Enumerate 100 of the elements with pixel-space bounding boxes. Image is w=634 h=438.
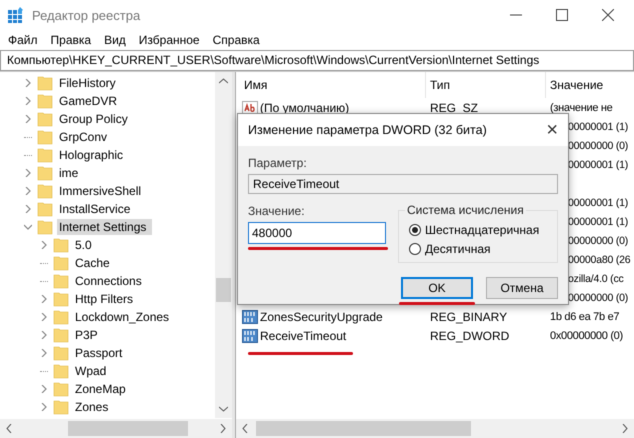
- folder-icon: [53, 273, 69, 289]
- value-type: REG_BINARY: [430, 310, 508, 324]
- scroll-right-icon[interactable]: [220, 424, 226, 433]
- dialog-button[interactable]: Отмена: [486, 277, 558, 299]
- registry-editor-icon: [8, 7, 24, 23]
- chevron-down-icon[interactable]: [24, 223, 32, 231]
- tree-item[interactable]: Internet Settings: [57, 219, 152, 235]
- horizontal-scrollbar[interactable]: [236, 419, 634, 438]
- value-data: 00000000 (0): [568, 234, 628, 246]
- scrollbar-thumb[interactable]: [68, 421, 188, 436]
- value-field[interactable]: 480000: [248, 222, 386, 244]
- tree-item[interactable]: ImmersiveShell: [57, 183, 144, 199]
- scrollbar-thumb[interactable]: [216, 278, 231, 302]
- menu-item[interactable]: Вид: [98, 32, 133, 46]
- dialog-title: Изменение параметра DWORD (32 бита): [248, 123, 487, 137]
- chevron-right-icon[interactable]: [40, 403, 48, 411]
- chevron-right-icon[interactable]: [40, 241, 48, 249]
- chevron-right-icon[interactable]: [24, 115, 32, 123]
- horizontal-scrollbar[interactable]: [0, 419, 232, 438]
- chevron-right-icon[interactable]: [24, 205, 32, 213]
- tree-item[interactable]: P3P: [73, 327, 100, 343]
- value-data: 0x00000000 (0): [550, 330, 623, 342]
- value-name[interactable]: (По умолчанию): [260, 100, 350, 114]
- value-data: 00000000 (0): [568, 292, 628, 304]
- column-header[interactable]: Значение: [546, 72, 604, 98]
- tree-item[interactable]: Passport: [73, 345, 124, 361]
- tree-item[interactable]: Lockdown_Zones: [73, 309, 172, 325]
- folder-icon: [53, 291, 69, 307]
- folder-icon: [37, 201, 53, 217]
- value-data: 00000000 (0): [568, 140, 628, 152]
- tree-item[interactable]: Connections: [73, 273, 144, 289]
- folder-icon: [37, 75, 53, 91]
- folder-icon: [37, 111, 53, 127]
- column-header[interactable]: Имя: [240, 72, 426, 98]
- folder-icon: [53, 363, 69, 379]
- tree-item[interactable]: Holographic: [57, 147, 126, 163]
- column-header[interactable]: Тип: [426, 72, 546, 98]
- folder-icon: [53, 381, 69, 397]
- menu-item[interactable]: Правка: [44, 32, 98, 46]
- scrollbar-thumb[interactable]: [256, 421, 471, 436]
- tree-item[interactable]: GrpConv: [57, 129, 110, 145]
- chevron-right-icon[interactable]: [40, 349, 48, 357]
- menu-item[interactable]: Избранное: [132, 32, 207, 46]
- folder-icon: [37, 93, 53, 109]
- chevron-right-icon[interactable]: [24, 97, 32, 105]
- chevron-right-icon[interactable]: [40, 385, 48, 393]
- tree-item[interactable]: Cache: [73, 255, 112, 271]
- chevron-right-icon[interactable]: [40, 313, 48, 321]
- value-data: 00000001 (1): [568, 196, 628, 208]
- tree-item[interactable]: Group Policy: [57, 111, 130, 127]
- scroll-left-icon[interactable]: [242, 424, 248, 433]
- binary-value-icon: [242, 328, 258, 342]
- menu-item[interactable]: Справка: [206, 32, 267, 46]
- field-label: Значение:: [248, 204, 306, 218]
- radio-label[interactable]: Десятичная: [425, 242, 491, 256]
- field-label: Параметр:: [248, 156, 308, 170]
- close-button[interactable]: ×: [546, 120, 558, 140]
- value-data: (значение не: [550, 102, 612, 114]
- tree-item[interactable]: Zones: [73, 399, 110, 415]
- value-type: REG_DWORD: [430, 328, 510, 342]
- value-name[interactable]: ZonesSecurityUpgrade: [260, 310, 383, 324]
- name-field[interactable]: ReceiveTimeout: [248, 174, 558, 194]
- chevron-right-icon[interactable]: [24, 169, 32, 177]
- folder-icon: [53, 399, 69, 415]
- maximize-icon[interactable]: [556, 9, 568, 21]
- radio-label[interactable]: Шестнадцатеричная: [425, 223, 540, 237]
- tree-item[interactable]: Wpad: [73, 363, 108, 379]
- chevron-right-icon[interactable]: [24, 187, 32, 195]
- radio-button[interactable]: [409, 243, 421, 255]
- chevron-right-icon[interactable]: [40, 331, 48, 339]
- scroll-down-icon[interactable]: [219, 406, 228, 412]
- value-data: 1b d6 ea 7b e7: [550, 310, 620, 322]
- tree-item[interactable]: InstallService: [57, 201, 132, 217]
- chevron-right-icon[interactable]: [40, 295, 48, 303]
- tree-item[interactable]: ZoneMap: [73, 381, 128, 397]
- scroll-left-icon[interactable]: [6, 424, 12, 433]
- folder-icon: [37, 183, 53, 199]
- menu-item[interactable]: Файл: [2, 32, 45, 46]
- address-bar[interactable]: Компьютер\HKEY_CURRENT_USER\Software\Microsoft\Windows\CurrentVersion\Internet Settings: [0, 50, 634, 71]
- tree-item[interactable]: Http Filters: [73, 291, 136, 307]
- radio-button[interactable]: [409, 224, 421, 236]
- folder-icon: [37, 219, 53, 235]
- tree-item[interactable]: GameDVR: [57, 93, 120, 109]
- chevron-right-icon[interactable]: [24, 79, 32, 87]
- scroll-up-icon[interactable]: [219, 78, 228, 84]
- window-title: Редактор реестра: [32, 8, 140, 22]
- value-name[interactable]: ReceiveTimeout: [260, 328, 346, 342]
- scroll-right-icon[interactable]: [622, 424, 628, 433]
- dialog-button[interactable]: OK: [401, 277, 473, 299]
- tree-item[interactable]: 5.0: [73, 237, 94, 253]
- value-data: ozilla/4.0 (cc: [568, 272, 624, 284]
- tree-item[interactable]: FileHistory: [57, 75, 118, 91]
- value-data: 00000001 (1): [568, 120, 628, 132]
- vertical-scrollbar[interactable]: [215, 72, 232, 418]
- folder-icon: [37, 165, 53, 181]
- value-data: 00000a80 (26: [568, 254, 630, 266]
- tree-item[interactable]: ime: [57, 165, 80, 181]
- folder-icon: [37, 147, 53, 163]
- folder-icon: [53, 345, 69, 361]
- close-icon[interactable]: [602, 9, 614, 21]
